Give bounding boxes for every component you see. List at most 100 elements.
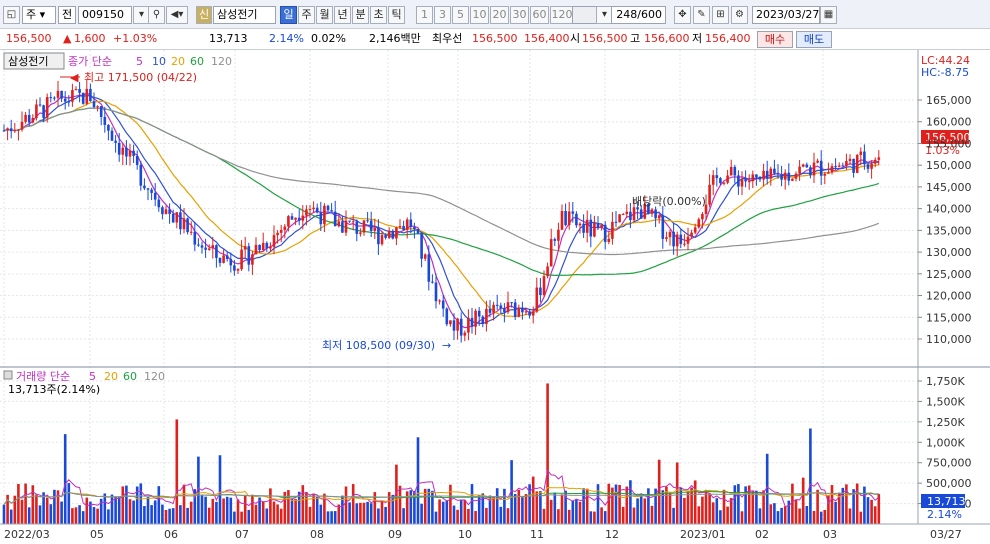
volume-legend-label: 거래량 단순 <box>16 370 70 383</box>
count-field[interactable]: 248/600 <box>611 6 666 24</box>
period-tab-1[interactable]: 주 <box>298 6 315 24</box>
minute-option-120[interactable]: 120 <box>550 6 574 24</box>
candle-body <box>60 90 63 99</box>
count-total: /600 <box>637 8 662 21</box>
candle-body <box>333 211 337 227</box>
candle-body <box>168 209 171 214</box>
sound-icon[interactable]: ◀▾ <box>166 6 188 24</box>
candle-body <box>218 257 222 263</box>
candle-body <box>827 172 830 174</box>
candle-body <box>24 114 27 122</box>
candle-body <box>564 211 567 226</box>
volume-bar <box>45 497 49 524</box>
candle-body <box>524 311 528 313</box>
volume-bar <box>287 490 290 524</box>
period-tab-4[interactable]: 분 <box>352 6 369 24</box>
volume-bar <box>452 505 456 524</box>
quote-change: 1,600 <box>74 32 106 45</box>
volume-bar <box>585 488 589 524</box>
legend-ma10: 10 <box>152 55 166 68</box>
volume-bar <box>546 383 549 524</box>
crosshair-icon[interactable]: ✥ <box>674 6 691 24</box>
candle-body <box>848 158 852 162</box>
candle-body <box>445 308 449 325</box>
volume-bar <box>542 508 546 524</box>
volume-bar <box>456 509 459 524</box>
volume-bar <box>485 507 488 524</box>
volume-bar <box>200 495 204 524</box>
volume-bar <box>578 501 582 524</box>
legend-ma60: 60 <box>190 55 204 68</box>
volume-bar <box>690 487 693 524</box>
minute-option-1[interactable]: 1 <box>416 6 433 24</box>
candle-body <box>9 128 13 132</box>
candle-body <box>531 311 535 316</box>
candle-body <box>873 159 877 164</box>
period-tab-0[interactable]: 일 <box>280 6 297 24</box>
prev-button[interactable]: 전 <box>58 6 76 24</box>
settings-icon[interactable]: ⚙ <box>731 6 748 24</box>
candle-body <box>258 244 261 250</box>
volume-bar <box>409 490 413 524</box>
candle-body <box>294 217 297 220</box>
volume-bar <box>333 511 337 524</box>
buy-button[interactable]: 매수 <box>757 31 793 48</box>
period-tab-6[interactable]: 틱 <box>388 6 405 24</box>
candle-body <box>463 332 467 336</box>
draw-tool-icon[interactable]: ✎ <box>693 6 710 24</box>
period-tab-3[interactable]: 년 <box>334 6 351 24</box>
market-select[interactable]: 주 ▾ <box>22 6 56 24</box>
window-menu-icon[interactable]: ◱ <box>3 6 20 24</box>
period-tab-5[interactable]: 초 <box>370 6 387 24</box>
candle-body <box>747 181 751 183</box>
candle-body <box>17 129 20 131</box>
volume-bar <box>233 511 236 524</box>
sell-button[interactable]: 매도 <box>796 31 832 48</box>
volume-bar <box>71 508 74 524</box>
volume-ma120-line <box>3 491 879 506</box>
candle-body <box>229 258 233 266</box>
x-tick-label: 08 <box>310 528 324 541</box>
candle-body <box>301 215 305 221</box>
calendar-icon[interactable]: ▦ <box>820 6 837 24</box>
candle-body <box>855 154 859 173</box>
volume-bar <box>427 488 431 524</box>
minute-option-10[interactable]: 10 <box>470 6 489 24</box>
minute-option-30[interactable]: 30 <box>510 6 529 24</box>
volume-bar <box>348 502 351 524</box>
minute-option-5[interactable]: 5 <box>452 6 469 24</box>
minute-option-20[interactable]: 20 <box>490 6 509 24</box>
volume-bar <box>31 485 35 524</box>
volume-bar <box>143 506 146 524</box>
minute-option-60[interactable]: 60 <box>530 6 549 24</box>
volume-bar <box>848 508 852 524</box>
volume-tick-label: 750,000 <box>926 457 972 470</box>
candle-body <box>99 106 103 117</box>
high-label: 고 <box>630 32 641 45</box>
candle-body <box>575 213 578 226</box>
date-field[interactable]: 2023/03/27 <box>752 6 820 24</box>
candle-body <box>582 223 585 233</box>
x-tick-label: 11 <box>530 528 544 541</box>
price-tick-label: 160,000 <box>926 116 972 129</box>
candle-body <box>589 219 593 237</box>
candle-body <box>369 220 373 231</box>
candle-body <box>283 226 287 230</box>
volume-bar <box>132 500 135 524</box>
volume-bar <box>434 511 438 524</box>
volume-legend-box[interactable] <box>3 370 13 380</box>
volume-bar <box>38 505 42 524</box>
best-label: 최우선 <box>432 32 463 45</box>
period-tab-2[interactable]: 월 <box>316 6 333 24</box>
candle-body <box>546 266 549 277</box>
code-input[interactable]: 009150 <box>78 6 132 24</box>
minute-option-3[interactable]: 3 <box>434 6 451 24</box>
chart-type-icon[interactable]: ⊞ <box>712 6 729 24</box>
volume-bar <box>261 501 265 524</box>
low-label: 저 <box>692 32 703 45</box>
candle-body <box>53 97 56 99</box>
stock-chart[interactable]: 삼성전기 종가 단순 5 10 20 60 120 LC:44.24 HC:-8… <box>0 50 990 544</box>
candle-body <box>175 212 179 223</box>
volume-bar <box>593 511 596 524</box>
search-icon[interactable]: ⚲ <box>148 6 165 24</box>
